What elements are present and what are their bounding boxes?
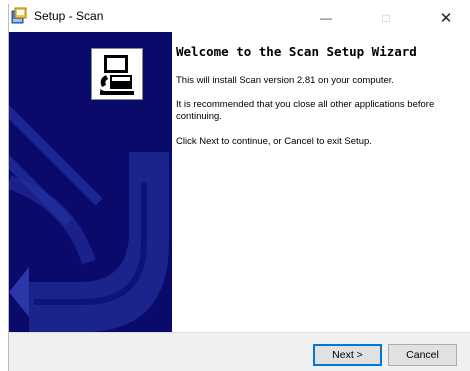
logo-box [91,48,143,100]
wizard-side-image [9,32,172,332]
intro-text: This will install Scan version 2.81 on y… [176,75,395,86]
setup-window: Setup - Scan — □ ✕ Welcome to the Scan S… [8,4,470,371]
maximize-icon: □ [382,11,390,25]
computer-installer-icon [100,55,134,95]
instruction-text: Click Next to continue, or Cancel to exi… [176,136,372,147]
page-title: Welcome to the Scan Setup Wizard [176,44,417,59]
window-title: Setup - Scan [34,9,104,23]
cancel-button[interactable]: Cancel [388,344,457,366]
button-bar: Next > Cancel [9,332,470,371]
maximize-button[interactable]: □ [369,4,403,32]
close-button[interactable]: ✕ [429,4,463,32]
close-icon: ✕ [439,10,453,27]
minimize-icon: — [320,11,332,25]
wizard-content: Welcome to the Scan Setup Wizard This wi… [172,32,470,332]
minimize-button[interactable]: — [309,4,343,32]
next-button[interactable]: Next > [313,344,382,366]
title-bar: Setup - Scan — □ ✕ [9,4,470,32]
recommendation-text: It is recommended that you close all oth… [176,99,435,122]
setup-installer-icon [11,7,29,25]
